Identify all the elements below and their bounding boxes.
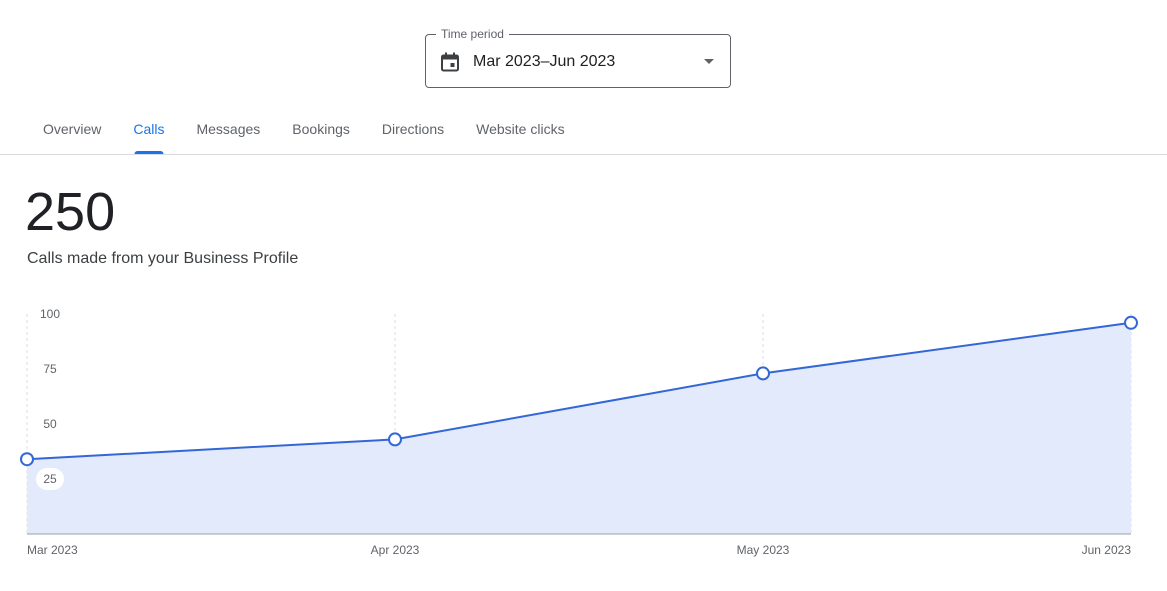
y-tick-label: 50 <box>43 417 57 431</box>
y-tick-label: 75 <box>43 362 57 376</box>
data-point <box>20 452 34 467</box>
metric-tabs: Overview Calls Messages Bookings Directi… <box>27 110 581 154</box>
x-tick-label: Apr 2023 <box>371 543 420 557</box>
calls-chart: 100 75 50 25 Mar 2023 Apr 2023 May 2023 Jun 202… <box>20 307 1138 557</box>
calendar-icon <box>441 52 459 72</box>
tab-messages[interactable]: Messages <box>180 110 276 154</box>
data-point <box>388 432 402 447</box>
y-tick-label: 100 <box>40 307 60 321</box>
y-tick-label: 25 <box>43 472 57 486</box>
time-period-dropdown[interactable]: Time period Mar 2023–Jun 2023 <box>425 27 731 88</box>
x-tick-label: Jun 2023 <box>1082 543 1132 557</box>
tab-calls[interactable]: Calls <box>117 110 180 154</box>
x-tick-label: May 2023 <box>737 543 790 557</box>
tab-directions[interactable]: Directions <box>366 110 460 154</box>
data-point <box>1124 315 1138 330</box>
tabs-divider <box>0 154 1167 155</box>
tab-bookings[interactable]: Bookings <box>276 110 366 154</box>
dropdown-arrow-icon <box>704 59 714 64</box>
tab-website-clicks[interactable]: Website clicks <box>460 110 580 154</box>
series-area <box>27 322 1131 534</box>
time-period-label: Time period <box>436 27 509 41</box>
calls-total: 250 <box>25 182 116 242</box>
data-point <box>756 366 770 381</box>
x-tick-label: Mar 2023 <box>27 543 78 557</box>
calls-caption: Calls made from your Business Profile <box>27 250 299 267</box>
tab-overview[interactable]: Overview <box>27 110 117 154</box>
time-period-value: Mar 2023–Jun 2023 <box>473 53 616 70</box>
